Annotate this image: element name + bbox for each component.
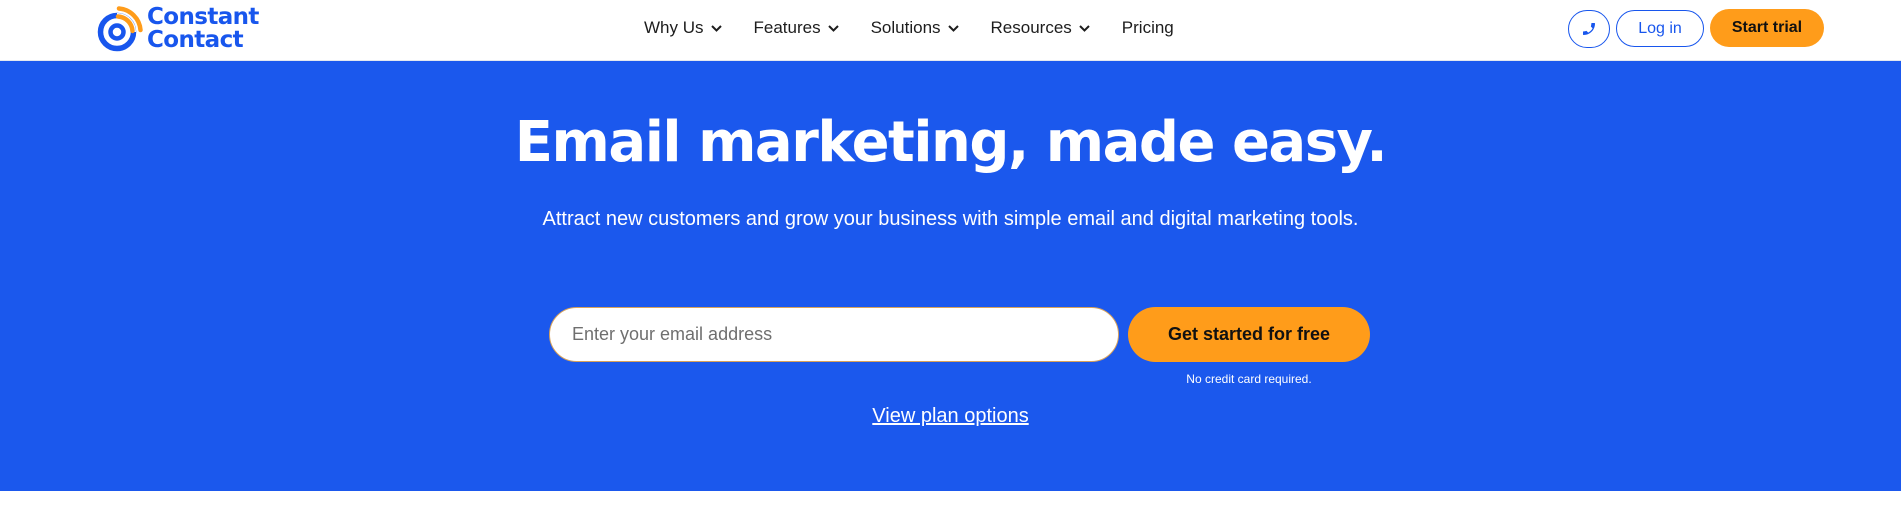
hero-section: Email marketing, made easy. Attract new …	[0, 61, 1901, 491]
login-button[interactable]: Log in	[1616, 10, 1704, 47]
nav-item-features[interactable]: Features	[754, 18, 839, 38]
start-trial-button[interactable]: Start trial	[1710, 9, 1824, 47]
logo-wordmark: Constant Contact	[147, 6, 259, 52]
nav-item-pricing[interactable]: Pricing	[1122, 18, 1174, 38]
hero-subtitle: Attract new customers and grow your busi…	[542, 208, 1359, 230]
main-nav: Why Us Features Solutions Resources Pric…	[644, 0, 1174, 56]
email-input[interactable]	[549, 307, 1119, 362]
nav-item-label: Why Us	[644, 18, 704, 37]
chevron-down-icon	[947, 24, 959, 32]
site-header: Constant Contact Why Us Features Solutio…	[0, 0, 1901, 61]
view-plan-options-link[interactable]: View plan options	[872, 405, 1028, 427]
nav-item-resources[interactable]: Resources	[991, 18, 1090, 38]
chevron-down-icon	[710, 24, 722, 32]
logo-text-line-1: Constant	[147, 4, 259, 30]
nav-item-solutions[interactable]: Solutions	[871, 18, 959, 38]
logo-text-line-2: Contact	[147, 27, 244, 53]
constant-contact-logo-icon	[97, 6, 143, 52]
phone-icon	[1583, 23, 1595, 35]
nav-item-why-us[interactable]: Why Us	[644, 18, 722, 38]
nav-item-label: Solutions	[870, 18, 941, 37]
constant-contact-logo[interactable]: Constant Contact	[95, 4, 259, 54]
no-credit-card-note: No credit card required.	[1186, 372, 1312, 386]
nav-item-label: Resources	[990, 18, 1072, 37]
chevron-down-icon	[827, 24, 839, 32]
hero-title: Email marketing, made easy.	[514, 110, 1388, 175]
phone-button[interactable]	[1568, 10, 1610, 48]
nav-item-label: Pricing	[1121, 18, 1174, 37]
chevron-down-icon	[1079, 24, 1090, 32]
nav-item-label: Features	[753, 18, 821, 37]
get-started-button[interactable]: Get started for free	[1128, 307, 1370, 362]
view-plan-options-link-wrap: View plan options	[0, 405, 1901, 428]
